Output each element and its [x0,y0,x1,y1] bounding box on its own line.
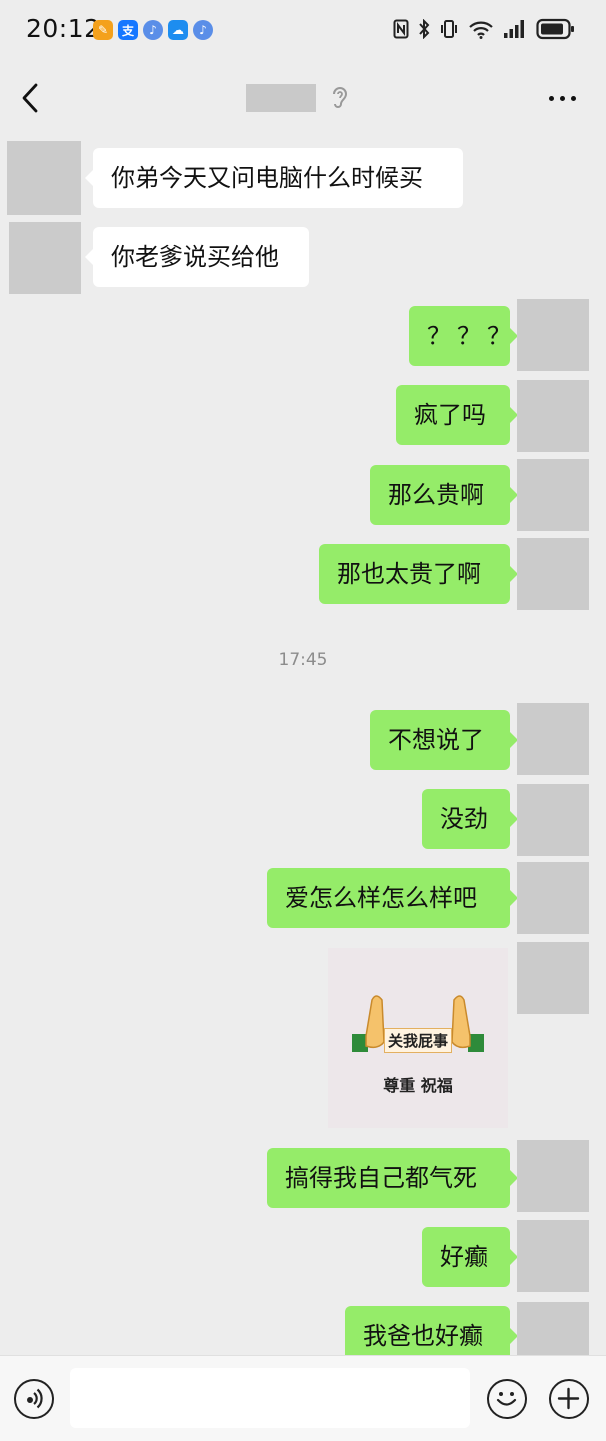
my-avatar[interactable] [517,1220,589,1292]
my-avatar[interactable] [517,703,589,775]
message-bubble-outgoing[interactable]: 不想说了 [370,710,518,770]
sticker-caption: 尊重 祝福 [383,1076,453,1095]
message-bubble-outgoing[interactable]: 那也太贵了啊 [319,544,518,604]
message-bubble-outgoing[interactable]: 疯了吗 [396,385,518,445]
notes-app-icon: ✎ [93,20,113,40]
chevron-left-icon [22,83,38,113]
emoji-button[interactable] [487,1379,527,1419]
my-avatar[interactable] [517,380,589,452]
my-avatar[interactable] [517,862,589,934]
more-horizontal-icon [549,96,554,101]
message-bubble-outgoing[interactable]: 搞得我自己都气死 [267,1148,518,1208]
status-indicators [393,18,576,40]
back-button[interactable] [16,80,48,116]
message-bubble-outgoing[interactable]: 爱怎么样怎么样吧 [267,868,518,928]
my-avatar[interactable] [517,942,589,1014]
message-bubble-incoming[interactable]: 你老爹说买给他 [85,227,309,287]
status-bar: 20:12 ✎ 支 ♪ ☁ ♪ [0,0,606,62]
alipay-icon: 支 [118,20,138,40]
message-bubble-incoming[interactable]: 你弟今天又问电脑什么时候买 [85,148,463,208]
message-bubble-outgoing[interactable]: 那么贵啊 [370,465,518,525]
sticker-banner-text: 关我屁事 [384,1028,453,1053]
my-avatar[interactable] [517,784,589,856]
my-avatar[interactable] [517,459,589,531]
chat-title-redacted [246,84,316,112]
status-time: 20:12 [26,14,101,43]
status-app-icons: ✎ 支 ♪ ☁ ♪ [93,20,213,40]
message-input[interactable] [70,1368,470,1428]
emoji-icon [496,1392,517,1406]
input-bar [0,1355,606,1441]
my-avatar[interactable] [517,1140,589,1212]
sticker-message[interactable]: 关我屁事 尊重 祝福 [328,948,508,1128]
battery-icon [536,18,576,40]
my-avatar[interactable] [517,299,589,371]
voice-icon [27,1388,43,1409]
weather-app-icon: ☁ [168,20,188,40]
signal-icon [503,19,527,39]
voice-button[interactable] [14,1379,54,1419]
chat-header [0,62,606,134]
bluetooth-icon [418,19,430,39]
message-bubble-outgoing[interactable]: 好癫 [422,1227,518,1287]
message-bubble-outgoing[interactable]: 没劲 [422,789,518,849]
more-button[interactable] [549,96,576,101]
my-avatar[interactable] [517,538,589,610]
contact-avatar[interactable] [7,141,81,215]
plus-icon [557,1387,580,1410]
plus-button[interactable] [549,1379,589,1419]
contact-avatar[interactable] [9,222,81,294]
wifi-icon [468,19,494,39]
nfc-icon [393,19,409,39]
message-timestamp: 17:45 [278,650,328,670]
vibrate-icon [439,19,459,39]
ear-icon [330,84,350,114]
message-bubble-outgoing[interactable]: ？？？ [409,306,518,366]
music-app-icon: ♪ [143,20,163,40]
music-app-icon-2: ♪ [193,20,213,40]
